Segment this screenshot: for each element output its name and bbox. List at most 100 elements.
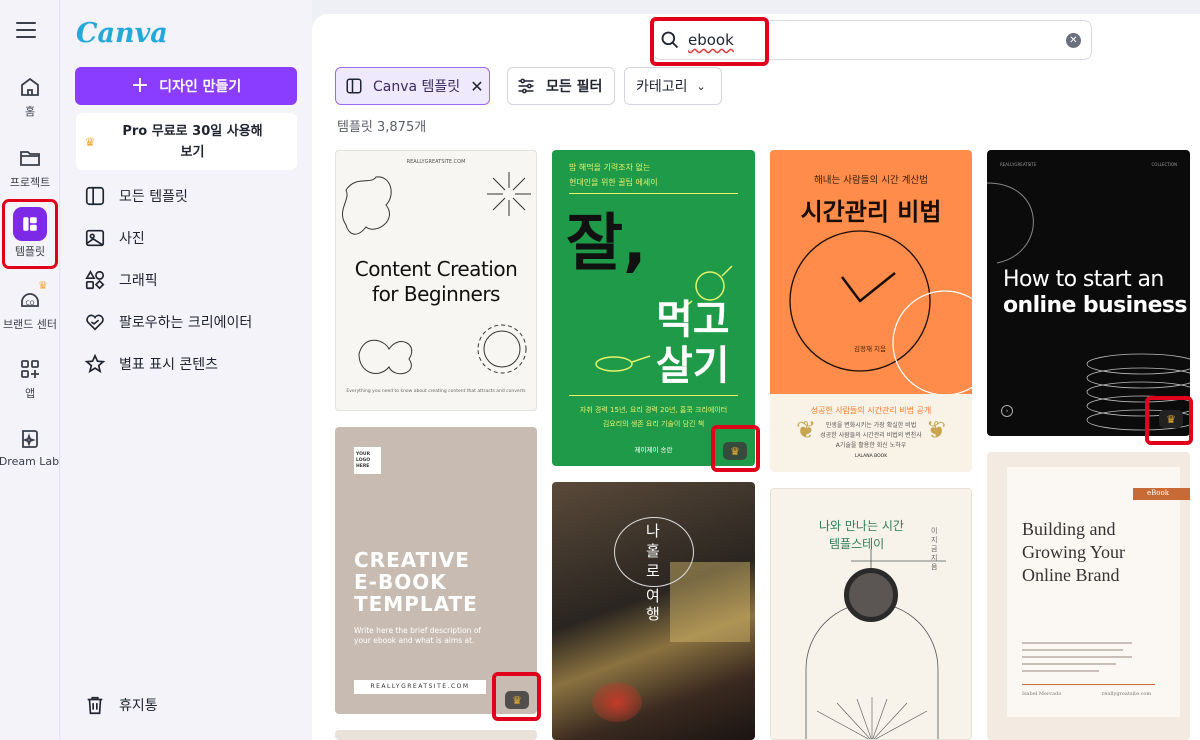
card-title-3: TEMPLATE (354, 592, 478, 616)
nav-graphics[interactable]: 그래픽 (84, 269, 158, 291)
card-vtitle-1: 나 (646, 522, 660, 540)
card-title: 시간관리 비법 (800, 198, 942, 226)
category-label: 카테고리 (636, 79, 688, 95)
pro-trial-line1: Pro 무료로 30일 사용해 (122, 123, 263, 139)
laurel-right-icon: ❦ (926, 416, 947, 444)
card-rule (1022, 684, 1155, 685)
card-top: 해내는 사람들의 시간 계산법 (814, 175, 928, 186)
rail-item-apps[interactable]: 앱 (0, 357, 60, 401)
all-filters-button[interactable]: 모든 필터 (507, 67, 615, 105)
blob-doodle (358, 339, 412, 375)
template-card-partial[interactable] (335, 730, 537, 740)
card-top-1: 밥 해먹을 기력조차 없는 (569, 163, 651, 172)
rail-item-brand[interactable]: CO 브랜드 센터 (0, 288, 60, 332)
rail-item-dream-lab[interactable]: Dream Lab (0, 427, 60, 468)
template-card[interactable]: REALLYGREATSITE COLLECTION How to start … (987, 150, 1190, 436)
nav-label: 별표 표시 콘텐츠 (119, 357, 219, 373)
rail-item-home[interactable]: 홈 (0, 75, 60, 119)
template-card[interactable]: eBook Building and Growing Your Online B… (987, 452, 1190, 740)
arrow-icon: › (1001, 405, 1013, 417)
rail-label-apps: 앱 (24, 387, 36, 400)
template-card[interactable]: 나와 만나는 시간 템플스테이 이지금 지음 (770, 488, 972, 740)
nav-label: 팔로우하는 크리에이터 (119, 315, 253, 331)
rail-label-dream-lab: Dream Lab (0, 455, 60, 468)
card-lorem (1022, 642, 1132, 672)
pro-trial-line2: 보기 (180, 144, 205, 160)
category-dropdown[interactable]: 카테고리 ⌄ (624, 67, 722, 105)
template-card[interactable]: 해내는 사람들의 시간 계산법 시간관리 비법 김정재 지음 성공한 사람들의 … (770, 150, 972, 472)
photo-icon (85, 229, 105, 247)
nav-starred[interactable]: 별표 표시 콘텐츠 (84, 353, 218, 375)
filter-chip-canva-templates[interactable]: Canva 템플릿 ✕ (335, 67, 490, 105)
card-tag: eBook (1147, 489, 1169, 497)
nav-followed-creators[interactable]: 팔로우하는 크리에이터 (84, 311, 252, 333)
nav-label: 휴지통 (119, 698, 158, 714)
crown-highlight (492, 672, 541, 721)
nav-all-templates[interactable]: 모든 템플릿 (84, 185, 188, 207)
search-highlight (650, 17, 769, 66)
templates-icon (13, 207, 47, 241)
trash-icon (87, 696, 103, 715)
card-big-1: 잘, (566, 206, 647, 279)
card-inner-panel (1007, 467, 1180, 717)
menu-icon[interactable] (16, 22, 36, 42)
card-title-1: 나와 만나는 시간 (819, 519, 904, 533)
svg-text:CO: CO (26, 300, 35, 307)
card-author: 김정재 지음 (854, 345, 886, 353)
clear-icon[interactable]: ✕ (1066, 33, 1081, 48)
card-big-3: 살기 (656, 343, 730, 389)
red-light (592, 682, 642, 722)
card-left-text: Isabel Mercado (1022, 691, 1062, 697)
rail-item-templates[interactable]: 템플릿 (0, 207, 60, 259)
rail-label-brand: 브랜드 센터 (2, 318, 58, 331)
dream-lab-icon (22, 430, 38, 448)
all-filters-label: 모든 필터 (546, 79, 603, 95)
pro-crown-icon: ♛ (38, 279, 48, 292)
card-title-1: How to start an (1003, 267, 1164, 292)
crown-highlight (1145, 396, 1193, 445)
crown-icon: ♛ (84, 134, 96, 149)
rail-item-projects[interactable]: 프로젝트 (0, 146, 60, 190)
apps-icon (21, 360, 39, 378)
template-card[interactable]: 밥 해먹을 기력조차 없는 현대인을 위한 꿀팁 에세이 잘, 먹고 살기 자취… (552, 150, 755, 466)
rail-label-projects: 프로젝트 (9, 176, 51, 189)
card-vtitle-2: 홀 (646, 542, 660, 560)
template-card[interactable]: YOUR LOGO HERE CREATIVE E-BOOK TEMPLATE … (335, 427, 537, 714)
all-templates-icon (85, 186, 105, 206)
plus-icon: + (130, 73, 150, 98)
nav-label: 그래픽 (119, 273, 158, 289)
close-icon[interactable]: ✕ (470, 77, 483, 96)
template-card[interactable]: REALLYGREATSITE.COM Content Creation for… (335, 150, 537, 411)
heart-icon (86, 314, 104, 331)
card-sub: 성공한 사람들의 시간관리 비법 공개 (810, 406, 932, 415)
nav-trash[interactable]: 휴지통 (84, 694, 158, 716)
canva-logo[interactable]: Canva (76, 18, 168, 49)
card-head-1: REALLYGREATSITE (1000, 162, 1037, 167)
chevron-down-icon: ⌄ (696, 79, 706, 93)
card-head-2: COLLECTION (1151, 162, 1177, 167)
folder-icon (20, 151, 40, 166)
chip-label: Canva 템플릿 (373, 79, 461, 95)
card-title-2: for Beginners (372, 282, 500, 306)
card-title-2: Growing Your (1022, 542, 1126, 562)
pro-trial-button[interactable]: ♛ Pro 무료로 30일 사용해 보기 (76, 113, 297, 170)
card-site: REALLYGREATSITE.COM (370, 683, 470, 690)
home-icon (21, 77, 39, 96)
card-pub: LALANA BOOK (854, 454, 888, 459)
card-rule-2 (569, 395, 738, 396)
card-title-1: Building and (1022, 519, 1116, 539)
crown-highlight (711, 425, 760, 472)
create-design-button[interactable]: + 디자인 만들기 (75, 67, 297, 105)
card-vtitle-3: 로 (646, 562, 660, 580)
nav-label: 사진 (119, 231, 145, 247)
pro-trial-label: Pro 무료로 30일 사용해 보기 (104, 121, 297, 163)
nav-photos[interactable]: 사진 (84, 227, 145, 249)
card-title-1: Content Creation (354, 257, 518, 281)
templates-chip-icon (346, 78, 362, 94)
filter-sliders-icon (518, 78, 534, 94)
graphics-icon (85, 270, 105, 290)
pan-doodle (595, 355, 651, 372)
nav-label: 모든 템플릿 (119, 189, 188, 205)
template-card[interactable]: 나 홀 로 여 행 (552, 482, 755, 740)
card-top-2: 현대인을 위한 꿀팁 에세이 (569, 178, 658, 187)
